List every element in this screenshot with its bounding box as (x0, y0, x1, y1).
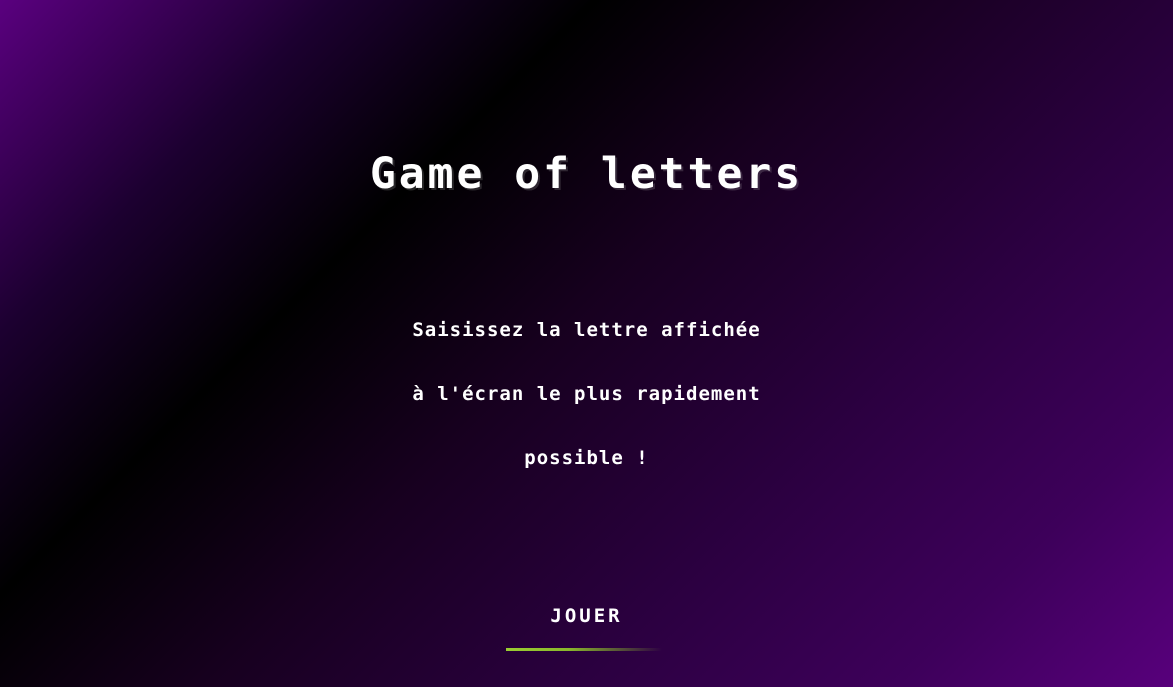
play-button[interactable]: JOUER (526, 600, 646, 632)
play-button-underline (506, 648, 662, 651)
start-screen: Game of letters Saisissez la lettre affi… (0, 0, 1173, 687)
instruction-line: à l'écran le plus rapidement (412, 383, 761, 405)
instruction-line: Saisissez la lettre affichée (412, 319, 761, 341)
game-title: Game of letters (369, 149, 804, 199)
instructions: Saisissez la lettre affichée à l'écran l… (0, 314, 1173, 506)
play-button-container: JOUER (0, 600, 1173, 632)
instruction-line: possible ! (524, 447, 649, 469)
